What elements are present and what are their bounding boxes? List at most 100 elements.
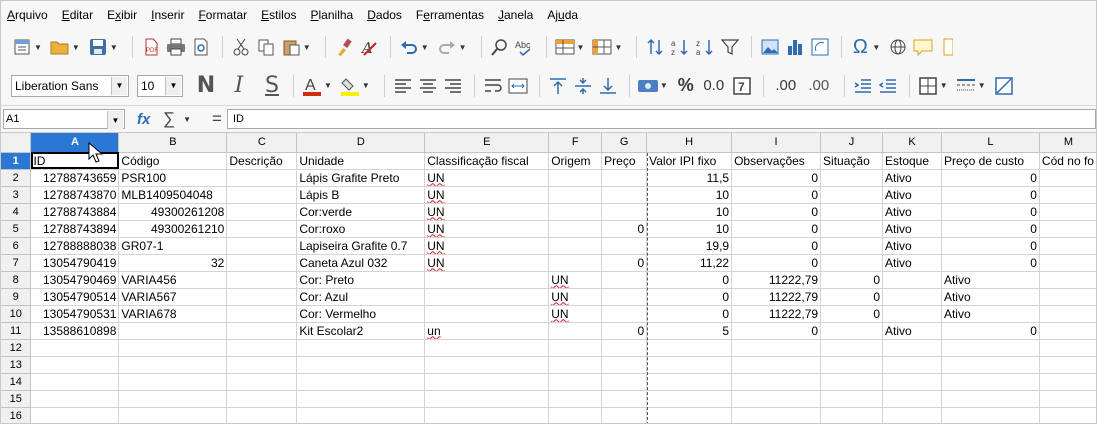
chevron-down-icon[interactable]: ▼ — [107, 111, 123, 129]
align-bottom-icon[interactable] — [597, 75, 619, 97]
font-size-field[interactable]: 10 ▼ — [137, 74, 183, 97]
clear-formatting-icon[interactable]: A — [358, 36, 380, 58]
cell-j8[interactable]: 0 — [820, 271, 883, 289]
menu-ajuda[interactable]: Ajuda — [547, 8, 578, 22]
cell-m14[interactable] — [1039, 373, 1096, 391]
cell-j15[interactable] — [820, 390, 883, 408]
cell-d13[interactable] — [296, 356, 426, 374]
cell-k3[interactable]: Ativo — [882, 186, 942, 204]
cell-a12[interactable] — [30, 339, 120, 357]
cell-m11[interactable] — [1039, 322, 1096, 340]
menu-exibir[interactable]: Exibir — [107, 8, 137, 22]
cell-a8[interactable]: 13054790469 — [30, 271, 120, 289]
cell-k16[interactable] — [882, 407, 942, 423]
menu-estilos[interactable]: Estilos — [261, 8, 296, 22]
cell-d10[interactable]: Cor: Vermelho — [296, 305, 426, 323]
cell-i7[interactable]: 0 — [731, 254, 822, 272]
cell-e7[interactable]: UN — [424, 254, 550, 272]
cell-f16[interactable] — [548, 407, 603, 423]
cell-l3[interactable]: 0 — [941, 186, 1040, 204]
cell-g13[interactable] — [601, 356, 648, 374]
cell-k2[interactable]: Ativo — [882, 169, 942, 187]
function-wizard-button[interactable]: fx — [137, 111, 157, 128]
cell-m16[interactable] — [1039, 407, 1096, 423]
cell-c1[interactable]: Descrição — [226, 152, 298, 170]
cell-c6[interactable] — [226, 237, 298, 255]
cell-a10[interactable]: 13054790531 — [30, 305, 120, 323]
underline-button[interactable]: S — [261, 73, 283, 98]
cell-m4[interactable] — [1039, 203, 1096, 221]
column-header-k[interactable]: K — [882, 133, 942, 153]
cell-d6[interactable]: Lapiseira Grafite 0.7 — [296, 237, 426, 255]
cell-l16[interactable] — [941, 407, 1040, 423]
cell-f6[interactable] — [548, 237, 603, 255]
row-header[interactable]: 9 — [1, 288, 32, 306]
cell-g7[interactable]: 0 — [601, 254, 648, 272]
cell-f9[interactable]: UN — [548, 288, 603, 306]
cell-j6[interactable] — [820, 237, 883, 255]
cell-c11[interactable] — [226, 322, 298, 340]
row-header[interactable]: 15 — [1, 390, 32, 408]
cell-f5[interactable] — [548, 220, 603, 238]
cell-e5[interactable]: UN — [424, 220, 550, 238]
redo-icon[interactable] — [436, 36, 458, 58]
row-header[interactable]: 5 — [1, 220, 32, 238]
currency-format-icon[interactable] — [637, 75, 659, 97]
cell-d2[interactable]: Lápis Grafite Preto — [296, 169, 426, 187]
cell-l1[interactable]: Preço de custo — [941, 152, 1040, 170]
cell-c8[interactable] — [226, 271, 298, 289]
cell-g10[interactable] — [601, 305, 648, 323]
italic-button[interactable]: I — [228, 73, 250, 98]
cell-c12[interactable] — [226, 339, 298, 357]
cell-e11[interactable]: un — [424, 322, 550, 340]
cell-l4[interactable]: 0 — [941, 203, 1040, 221]
cell-j2[interactable] — [820, 169, 883, 187]
row-dropdown[interactable]: ▼ — [577, 43, 585, 52]
cell-e13[interactable] — [424, 356, 550, 374]
cell-j7[interactable] — [820, 254, 883, 272]
cell-b12[interactable] — [118, 339, 228, 357]
column-header-h[interactable]: H — [646, 133, 733, 153]
menu-janela[interactable]: Janela — [498, 8, 533, 22]
print-preview-icon[interactable] — [190, 36, 212, 58]
cell-j11[interactable] — [820, 322, 883, 340]
cell-a16[interactable] — [30, 407, 120, 423]
cell-c14[interactable] — [226, 373, 298, 391]
cell-m2[interactable] — [1039, 169, 1096, 187]
cell-d12[interactable] — [296, 339, 426, 357]
cell-m15[interactable] — [1039, 390, 1096, 408]
cell-i3[interactable]: 0 — [731, 186, 822, 204]
cell-c13[interactable] — [226, 356, 298, 374]
cell-k15[interactable] — [882, 390, 942, 408]
column-header-e[interactable]: E — [424, 133, 550, 153]
cell-c16[interactable] — [226, 407, 298, 423]
cell-f12[interactable] — [548, 339, 603, 357]
cell-e2[interactable]: UN — [424, 169, 550, 187]
cell-g15[interactable] — [601, 390, 648, 408]
cell-h15[interactable] — [646, 390, 733, 408]
cell-f11[interactable] — [548, 322, 603, 340]
cell-b13[interactable] — [118, 356, 228, 374]
cell-f14[interactable] — [548, 373, 603, 391]
cell-j4[interactable] — [820, 203, 883, 221]
font-color-dropdown[interactable]: ▼ — [324, 81, 332, 90]
borders-dropdown[interactable]: ▼ — [940, 81, 948, 90]
cell-f2[interactable] — [548, 169, 603, 187]
cell-b7[interactable]: 32 — [118, 254, 228, 272]
cell-b8[interactable]: VARIA456 — [118, 271, 228, 289]
cell-h2[interactable]: 11,5 — [646, 169, 733, 187]
cell-i9[interactable]: 11222,79 — [731, 288, 822, 306]
cell-l15[interactable] — [941, 390, 1040, 408]
cell-j1[interactable]: Situação — [820, 152, 883, 170]
cell-l9[interactable]: Ativo — [941, 288, 1040, 306]
column-header-i[interactable]: I — [731, 133, 822, 153]
cell-c4[interactable] — [226, 203, 298, 221]
cell-g3[interactable] — [601, 186, 648, 204]
row-header[interactable]: 16 — [1, 407, 32, 423]
column-header-l[interactable]: L — [941, 133, 1040, 153]
sort-ascending-icon[interactable]: az — [669, 36, 691, 58]
cell-f8[interactable]: UN — [548, 271, 603, 289]
cell-k4[interactable]: Ativo — [882, 203, 942, 221]
cell-b9[interactable]: VARIA567 — [118, 288, 228, 306]
row-header[interactable]: 13 — [1, 356, 32, 374]
